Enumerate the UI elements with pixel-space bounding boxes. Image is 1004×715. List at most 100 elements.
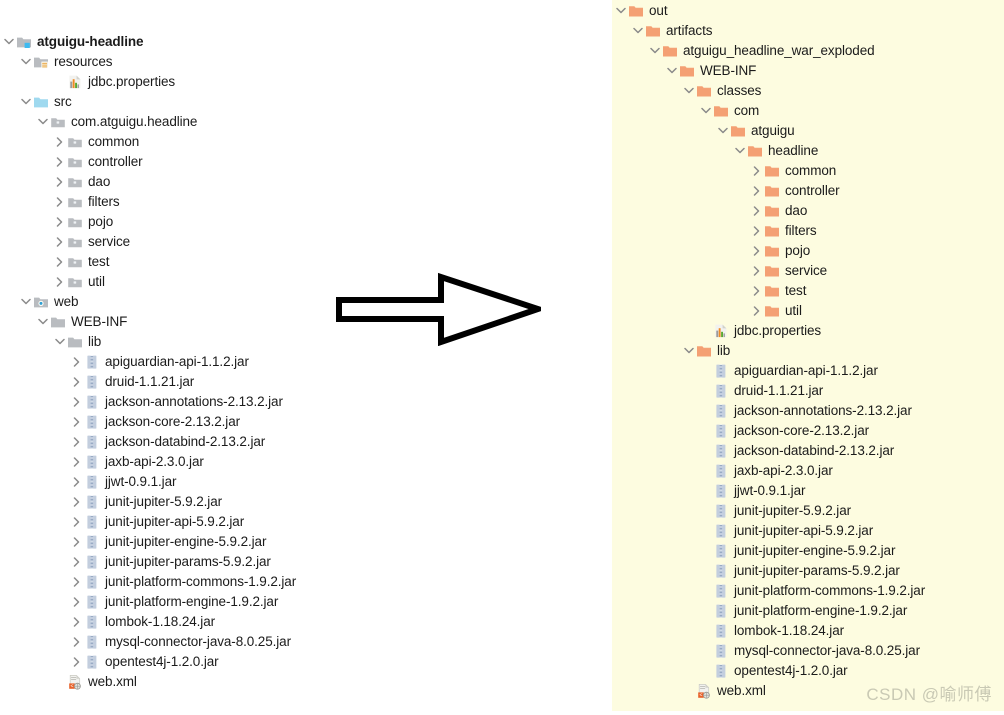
chevron-right-icon[interactable] <box>71 452 84 472</box>
tree-row[interactable]: headline <box>612 141 1004 161</box>
tree-row[interactable]: service <box>0 232 612 252</box>
tree-row[interactable]: druid-1.1.21.jar <box>612 381 1004 401</box>
chevron-down-icon[interactable] <box>666 61 679 81</box>
tree-row[interactable]: com.atguigu.headline <box>0 112 612 132</box>
chevron-right-icon[interactable] <box>54 172 67 192</box>
tree-row[interactable]: apiguardian-api-1.1.2.jar <box>0 352 612 372</box>
tree-row[interactable]: jaxb-api-2.3.0.jar <box>0 452 612 472</box>
chevron-right-icon[interactable] <box>54 152 67 172</box>
tree-row[interactable]: lombok-1.18.24.jar <box>612 621 1004 641</box>
chevron-down-icon[interactable] <box>683 81 696 101</box>
tree-row[interactable]: jaxb-api-2.3.0.jar <box>612 461 1004 481</box>
tree-row[interactable]: opentest4j-1.2.0.jar <box>0 652 612 672</box>
chevron-down-icon[interactable] <box>734 141 747 161</box>
chevron-down-icon[interactable] <box>20 292 33 312</box>
chevron-down-icon[interactable] <box>37 312 50 332</box>
tree-row[interactable]: druid-1.1.21.jar <box>0 372 612 392</box>
chevron-right-icon[interactable] <box>54 252 67 272</box>
chevron-right-icon[interactable] <box>71 532 84 552</box>
tree-row[interactable]: pojo <box>612 241 1004 261</box>
chevron-down-icon[interactable] <box>683 341 696 361</box>
chevron-right-icon[interactable] <box>71 392 84 412</box>
tree-row[interactable]: resources <box>0 52 612 72</box>
artifact-output-tree[interactable]: out artifacts atguigu_headline_war_explode… <box>612 1 1004 701</box>
tree-row[interactable]: atguigu-headline <box>0 32 612 52</box>
tree-row[interactable]: jackson-databind-2.13.2.jar <box>612 441 1004 461</box>
tree-row[interactable]: junit-jupiter-engine-5.9.2.jar <box>612 541 1004 561</box>
tree-row[interactable]: jackson-databind-2.13.2.jar <box>0 432 612 452</box>
tree-row[interactable]: pojo <box>0 212 612 232</box>
tree-row[interactable]: lombok-1.18.24.jar <box>0 612 612 632</box>
tree-row[interactable]: com <box>612 101 1004 121</box>
tree-row[interactable]: mysql-connector-java-8.0.25.jar <box>612 641 1004 661</box>
chevron-right-icon[interactable] <box>71 412 84 432</box>
tree-row[interactable]: jjwt-0.9.1.jar <box>612 481 1004 501</box>
tree-row[interactable]: util <box>612 301 1004 321</box>
chevron-right-icon[interactable] <box>71 572 84 592</box>
tree-row[interactable]: junit-jupiter-5.9.2.jar <box>612 501 1004 521</box>
chevron-down-icon[interactable] <box>615 1 628 21</box>
tree-row[interactable]: lib <box>612 341 1004 361</box>
tree-row[interactable]: jackson-annotations-2.13.2.jar <box>612 401 1004 421</box>
chevron-right-icon[interactable] <box>54 232 67 252</box>
tree-row[interactable]: WEB-INF <box>612 61 1004 81</box>
tree-row[interactable]: jackson-core-2.13.2.jar <box>612 421 1004 441</box>
tree-row[interactable]: atguigu <box>612 121 1004 141</box>
tree-row[interactable]: out <box>612 1 1004 21</box>
tree-row[interactable]: junit-jupiter-api-5.9.2.jar <box>612 521 1004 541</box>
tree-row[interactable]: src <box>0 92 612 112</box>
chevron-right-icon[interactable] <box>71 652 84 672</box>
tree-row[interactable]: filters <box>612 221 1004 241</box>
chevron-right-icon[interactable] <box>54 192 67 212</box>
tree-row[interactable]: junit-platform-engine-1.9.2.jar <box>612 601 1004 621</box>
tree-row[interactable]: jdbc.properties <box>612 321 1004 341</box>
chevron-right-icon[interactable] <box>71 492 84 512</box>
chevron-right-icon[interactable] <box>71 352 84 372</box>
tree-row[interactable]: junit-jupiter-engine-5.9.2.jar <box>0 532 612 552</box>
tree-row[interactable]: dao <box>612 201 1004 221</box>
chevron-right-icon[interactable] <box>54 272 67 292</box>
tree-row[interactable]: opentest4j-1.2.0.jar <box>612 661 1004 681</box>
chevron-right-icon[interactable] <box>71 612 84 632</box>
chevron-right-icon[interactable] <box>71 432 84 452</box>
tree-row[interactable]: common <box>612 161 1004 181</box>
tree-row[interactable]: filters <box>0 192 612 212</box>
chevron-right-icon[interactable] <box>71 592 84 612</box>
chevron-right-icon[interactable] <box>54 132 67 152</box>
chevron-right-icon[interactable] <box>751 301 764 321</box>
tree-row[interactable]: junit-jupiter-api-5.9.2.jar <box>0 512 612 532</box>
tree-row[interactable]: junit-platform-commons-1.9.2.jar <box>0 572 612 592</box>
chevron-right-icon[interactable] <box>71 632 84 652</box>
chevron-down-icon[interactable] <box>3 32 16 52</box>
tree-row[interactable]: controller <box>612 181 1004 201</box>
chevron-right-icon[interactable] <box>71 512 84 532</box>
tree-row[interactable]: < web.xml <box>0 672 612 692</box>
tree-row[interactable]: apiguardian-api-1.1.2.jar <box>612 361 1004 381</box>
tree-row[interactable]: common <box>0 132 612 152</box>
tree-row[interactable]: mysql-connector-java-8.0.25.jar <box>0 632 612 652</box>
chevron-right-icon[interactable] <box>751 281 764 301</box>
chevron-down-icon[interactable] <box>717 121 730 141</box>
tree-row[interactable]: junit-jupiter-5.9.2.jar <box>0 492 612 512</box>
tree-row[interactable]: jjwt-0.9.1.jar <box>0 472 612 492</box>
chevron-down-icon[interactable] <box>37 112 50 132</box>
tree-row[interactable]: atguigu_headline_war_exploded <box>612 41 1004 61</box>
tree-row[interactable]: junit-platform-engine-1.9.2.jar <box>0 592 612 612</box>
chevron-right-icon[interactable] <box>751 221 764 241</box>
tree-row[interactable]: artifacts <box>612 21 1004 41</box>
tree-row[interactable]: test <box>612 281 1004 301</box>
chevron-right-icon[interactable] <box>751 261 764 281</box>
chevron-right-icon[interactable] <box>751 201 764 221</box>
tree-row[interactable]: controller <box>0 152 612 172</box>
chevron-right-icon[interactable] <box>71 372 84 392</box>
project-source-tree[interactable]: atguigu-headline resources jdbc.properties… <box>0 32 612 692</box>
chevron-right-icon[interactable] <box>751 161 764 181</box>
chevron-down-icon[interactable] <box>700 101 713 121</box>
chevron-down-icon[interactable] <box>54 332 67 352</box>
tree-row[interactable]: test <box>0 252 612 272</box>
tree-row[interactable]: junit-jupiter-params-5.9.2.jar <box>612 561 1004 581</box>
chevron-down-icon[interactable] <box>20 92 33 112</box>
chevron-right-icon[interactable] <box>71 472 84 492</box>
tree-row[interactable]: dao <box>0 172 612 192</box>
chevron-right-icon[interactable] <box>751 241 764 261</box>
